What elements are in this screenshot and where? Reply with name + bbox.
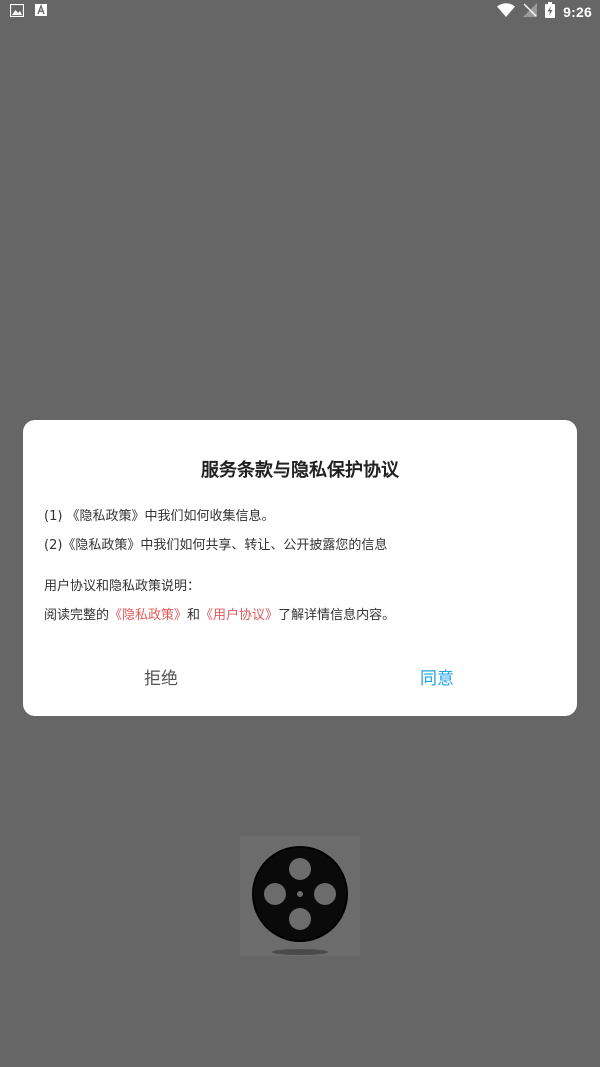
status-bar-left bbox=[9, 3, 47, 21]
image-icon bbox=[9, 3, 25, 21]
screen: 9:26 服务条款与隐私保护协议 (1) 《隐私政策》中我们如何收集信息。 (2… bbox=[0, 0, 600, 1067]
film-reel-icon bbox=[252, 846, 348, 955]
line4-suffix: 了解详情信息内容。 bbox=[278, 608, 396, 623]
refuse-button[interactable]: 拒绝 bbox=[144, 664, 178, 689]
agree-button[interactable]: 同意 bbox=[420, 664, 454, 689]
status-time: 9:26 bbox=[563, 4, 592, 20]
status-bar-right: 9:26 bbox=[497, 2, 592, 22]
wifi-icon bbox=[497, 3, 516, 21]
privacy-line-1: (1) 《隐私政策》中我们如何收集信息。 bbox=[44, 509, 275, 524]
privacy-line-3: 用户协议和隐私政策说明： bbox=[44, 579, 201, 594]
battery-charging-icon bbox=[545, 2, 556, 22]
privacy-line-4: 阅读完整的《隐私政策》和《用户协议》了解详情信息内容。 bbox=[44, 604, 395, 623]
no-signal-icon bbox=[523, 3, 538, 21]
user-agreement-link[interactable]: 《用户协议》 bbox=[200, 608, 278, 623]
privacy-line-2: (2)《隐私政策》中我们如何共享、转让、公开披露您的信息 bbox=[44, 538, 388, 553]
app-logo bbox=[240, 836, 360, 956]
font-icon bbox=[35, 4, 47, 20]
privacy-policy-link[interactable]: 《隐私政策》 bbox=[109, 608, 187, 623]
dialog-title: 服务条款与隐私保护协议 bbox=[201, 460, 399, 481]
line4-prefix: 阅读完整的 bbox=[44, 608, 110, 623]
status-bar: 9:26 bbox=[0, 0, 600, 24]
line4-and: 和 bbox=[187, 608, 201, 623]
